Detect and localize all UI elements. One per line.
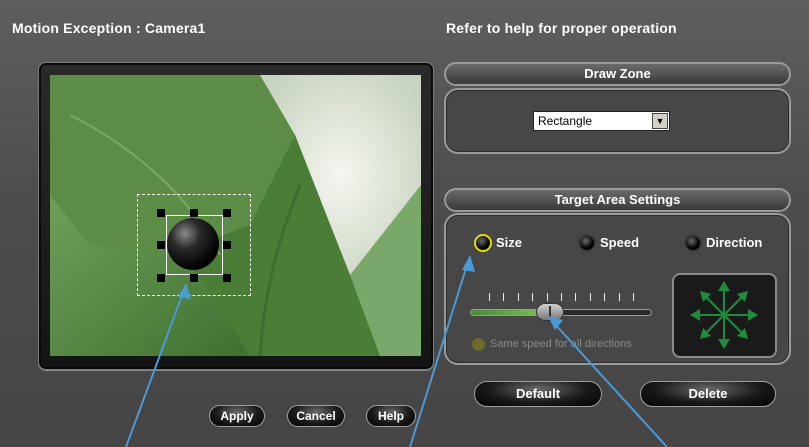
- same-speed-toggle-icon[interactable]: [472, 338, 485, 351]
- slider-tick: [503, 293, 504, 301]
- resize-handle-left[interactable]: [157, 241, 165, 249]
- radio-icon[interactable]: [578, 234, 596, 252]
- direction-pad[interactable]: [672, 273, 777, 358]
- same-speed-label: Same speed for all directions: [490, 338, 632, 350]
- resize-handle-right[interactable]: [223, 241, 231, 249]
- slider-tick: [590, 293, 591, 301]
- resize-handle-bottom[interactable]: [190, 274, 198, 282]
- resize-handle-bottom-right[interactable]: [223, 274, 231, 282]
- radio-icon[interactable]: [684, 234, 702, 252]
- draw-zone-header: Draw Zone: [444, 62, 791, 86]
- slider-tick: [518, 293, 519, 301]
- dropdown-arrow-icon[interactable]: ▼: [652, 113, 668, 129]
- speed-slider-ticks: [489, 293, 634, 301]
- default-button[interactable]: Default: [474, 381, 602, 407]
- option-speed-label: Speed: [600, 235, 640, 250]
- help-button[interactable]: Help: [366, 405, 416, 427]
- resize-handle-top-right[interactable]: [223, 209, 231, 217]
- option-direction-label: Direction: [706, 235, 763, 250]
- slider-tick: [619, 293, 620, 301]
- zone-shape-value: Rectangle: [538, 114, 593, 128]
- apply-button[interactable]: Apply: [209, 405, 265, 427]
- direction-arrows-icon: [690, 281, 758, 349]
- window-title: Motion Exception : Camera1: [12, 20, 206, 36]
- slider-tick: [604, 293, 605, 301]
- zone-shape-select[interactable]: Rectangle ▼: [533, 111, 670, 131]
- radio-selected-icon[interactable]: [474, 234, 492, 252]
- slider-tick: [532, 293, 533, 301]
- option-size-label: Size: [496, 235, 523, 250]
- slider-tick: [547, 293, 548, 301]
- resize-handle-top[interactable]: [190, 209, 198, 217]
- target-area-header: Target Area Settings: [444, 188, 791, 212]
- cancel-button[interactable]: Cancel: [287, 405, 345, 427]
- slider-tick: [575, 293, 576, 301]
- help-hint: Refer to help for proper operation: [446, 20, 677, 36]
- slider-tick: [489, 293, 490, 301]
- target-object-marker[interactable]: [167, 218, 219, 270]
- speed-slider-knob[interactable]: [536, 303, 564, 321]
- slider-tick: [633, 293, 634, 301]
- delete-button[interactable]: Delete: [640, 381, 776, 407]
- slider-tick: [561, 293, 562, 301]
- resize-handle-top-left[interactable]: [157, 209, 165, 217]
- resize-handle-bottom-left[interactable]: [157, 274, 165, 282]
- motion-exception-window: Motion Exception : Camera1 Refer to help…: [0, 0, 809, 447]
